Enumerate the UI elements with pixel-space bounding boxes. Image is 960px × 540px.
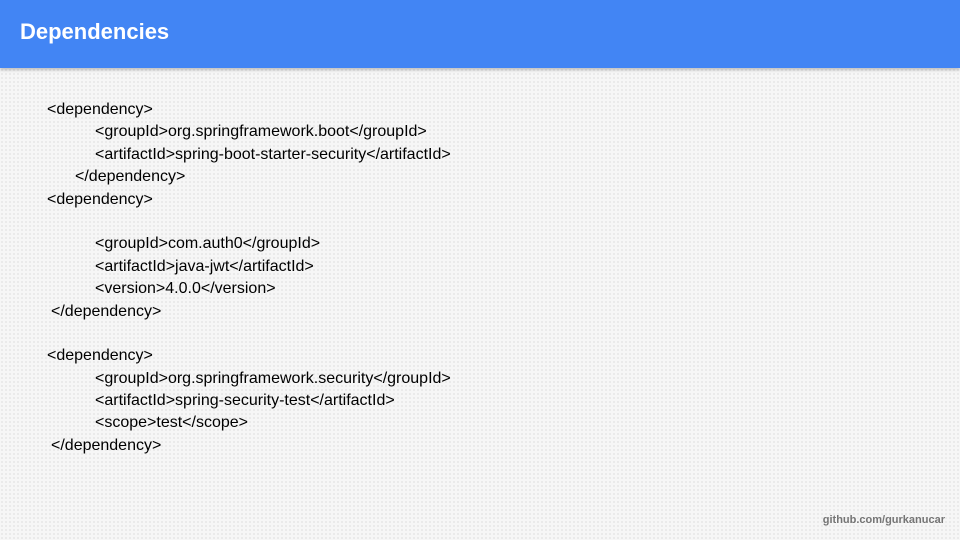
code-line: <scope>test</scope>: [95, 414, 248, 432]
code-block: <dependency> <groupId>org.springframewor…: [47, 99, 451, 457]
code-line: </dependency>: [51, 302, 162, 320]
footer-credit: github.com/gurkanucar: [822, 514, 945, 526]
slide-title: Dependencies: [20, 19, 170, 44]
code-line: <dependency>: [47, 101, 153, 118]
code-line: <artifactId>spring-boot-starter-security…: [95, 145, 451, 163]
code-line: <groupId>org.springframework.security</g…: [95, 369, 451, 387]
code-line: <groupId>org.springframework.boot</group…: [95, 123, 427, 141]
code-line: <dependency>: [47, 347, 153, 365]
code-line: </dependency>: [75, 168, 186, 186]
code-line: <artifactId>spring-security-test</artifa…: [95, 392, 395, 410]
code-line: </dependency>: [51, 436, 162, 454]
code-line: <groupId>com.auth0</groupId>: [95, 235, 321, 253]
slide: Dependencies <dependency> <groupId>org.s…: [0, 0, 960, 540]
title-bar: Dependencies: [0, 0, 960, 68]
code-line: <artifactId>java-jwt</artifactId>: [95, 257, 314, 275]
code-line: <dependency>: [47, 190, 153, 208]
code-line: <version>4.0.0</version>: [95, 280, 276, 298]
